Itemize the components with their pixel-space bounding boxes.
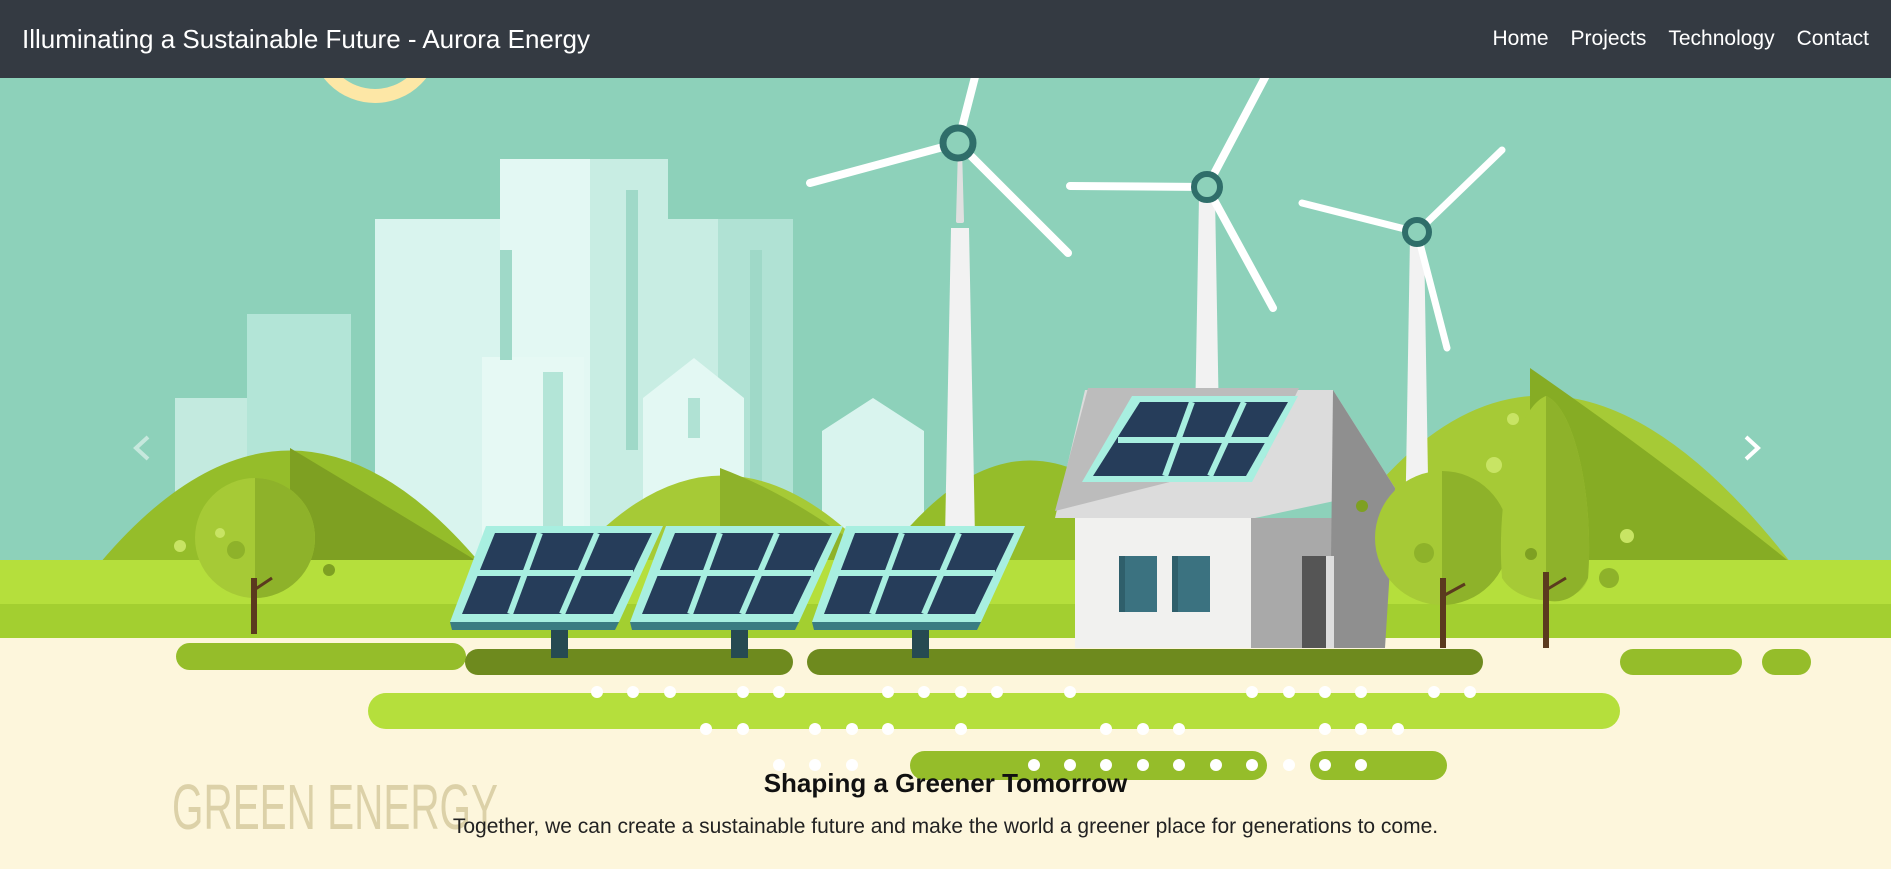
caption-title: Shaping a Greener Tomorrow [763, 768, 1128, 798]
house [1055, 388, 1395, 648]
hero-carousel: GREEN ENERGY [0, 78, 1891, 869]
nav-link-projects[interactable]: Projects [1571, 27, 1647, 51]
hero-illustration: GREEN ENERGY [0, 78, 1891, 869]
chevron-right-icon [1744, 435, 1761, 461]
brand-title[interactable]: Illuminating a Sustainable Future - Auro… [22, 24, 590, 55]
carousel-caption: Shaping a Greener Tomorrow Together, we … [0, 768, 1891, 839]
chevron-left-icon [133, 435, 150, 461]
nav-link-home[interactable]: Home [1492, 27, 1548, 51]
top-navbar: Illuminating a Sustainable Future - Auro… [0, 0, 1891, 78]
nav-links: Home Projects Technology Contact [1492, 27, 1869, 51]
carousel-next-button[interactable] [1722, 418, 1782, 478]
carousel-prev-button[interactable] [112, 418, 172, 478]
nav-link-technology[interactable]: Technology [1668, 27, 1774, 51]
nav-link-contact[interactable]: Contact [1797, 27, 1869, 51]
caption-text: Together, we can create a sustainable fu… [452, 815, 1439, 838]
